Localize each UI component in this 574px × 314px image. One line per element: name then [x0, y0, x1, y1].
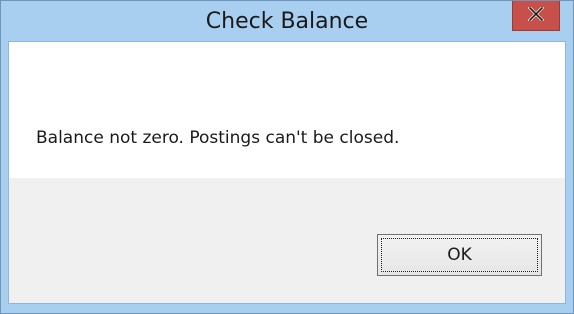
ok-button[interactable]: OK	[377, 234, 542, 276]
ok-button-label: OK	[381, 238, 538, 272]
title-bar[interactable]: Check Balance	[1, 1, 573, 41]
dialog-window: Check Balance Balance not zero. Postings…	[0, 0, 574, 314]
message-text: Balance not zero. Postings can't be clos…	[36, 128, 400, 148]
dialog-content: Balance not zero. Postings can't be clos…	[8, 41, 566, 304]
button-area: OK	[9, 178, 565, 303]
window-title: Check Balance	[205, 9, 369, 34]
close-icon	[527, 5, 545, 25]
close-button[interactable]	[512, 1, 560, 31]
